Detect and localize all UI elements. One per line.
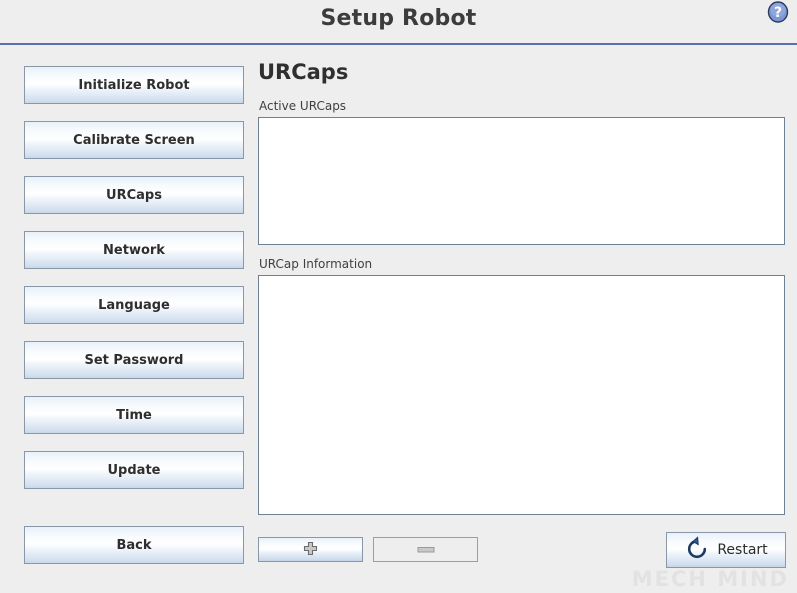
sidebar-item-network[interactable]: Network — [24, 231, 244, 269]
sidebar-item-label: Initialize Robot — [78, 77, 190, 93]
page-title: Setup Robot — [320, 6, 477, 31]
restart-button[interactable]: Restart — [666, 532, 786, 568]
sidebar-item-label: URCaps — [106, 187, 162, 203]
active-urcaps-list[interactable] — [258, 117, 785, 245]
remove-urcap-button[interactable] — [373, 537, 478, 562]
urcap-information-panel[interactable] — [258, 275, 785, 515]
sidebar-item-label: Update — [107, 462, 161, 478]
sidebar-item-language[interactable]: Language — [24, 286, 244, 324]
sidebar-item-calibrate-screen[interactable]: Calibrate Screen — [24, 121, 244, 159]
sidebar-item-set-password[interactable]: Set Password — [24, 341, 244, 379]
sidebar-item-update[interactable]: Update — [24, 451, 244, 489]
plus-icon — [303, 541, 318, 559]
sidebar-item-label: Calibrate Screen — [73, 132, 195, 148]
active-urcaps-content — [259, 118, 784, 244]
add-urcap-button[interactable] — [258, 537, 363, 562]
sidebar-item-label: Language — [98, 297, 170, 313]
help-icon[interactable]: ? — [767, 1, 789, 23]
sidebar-item-initialize-robot[interactable]: Initialize Robot — [24, 66, 244, 104]
back-button[interactable]: Back — [24, 526, 244, 564]
urcap-information-label: URCap Information — [259, 257, 373, 271]
sidebar-item-urcaps[interactable]: URCaps — [24, 176, 244, 214]
svg-text:?: ? — [774, 5, 782, 21]
restart-circular-arrow-icon — [684, 535, 710, 565]
sidebar-item-time[interactable]: Time — [24, 396, 244, 434]
urcap-information-content — [259, 276, 784, 514]
sidebar-item-label: Set Password — [84, 352, 184, 368]
active-urcaps-label: Active URCaps — [259, 99, 347, 113]
minus-icon — [417, 542, 435, 557]
sidebar-item-label: Time — [116, 407, 152, 423]
section-title: URCaps — [258, 60, 349, 84]
sidebar: Initialize Robot Calibrate Screen URCaps… — [0, 45, 245, 593]
title-bar: Setup Robot ? — [0, 0, 797, 45]
sidebar-item-label: Network — [103, 242, 165, 258]
main-content: URCaps Active URCaps URCap Information R… — [245, 45, 797, 593]
back-button-label: Back — [116, 537, 152, 553]
restart-button-label: Restart — [717, 542, 768, 558]
setup-robot-window: Setup Robot ? Initialize Robot Calibrate… — [0, 0, 797, 593]
